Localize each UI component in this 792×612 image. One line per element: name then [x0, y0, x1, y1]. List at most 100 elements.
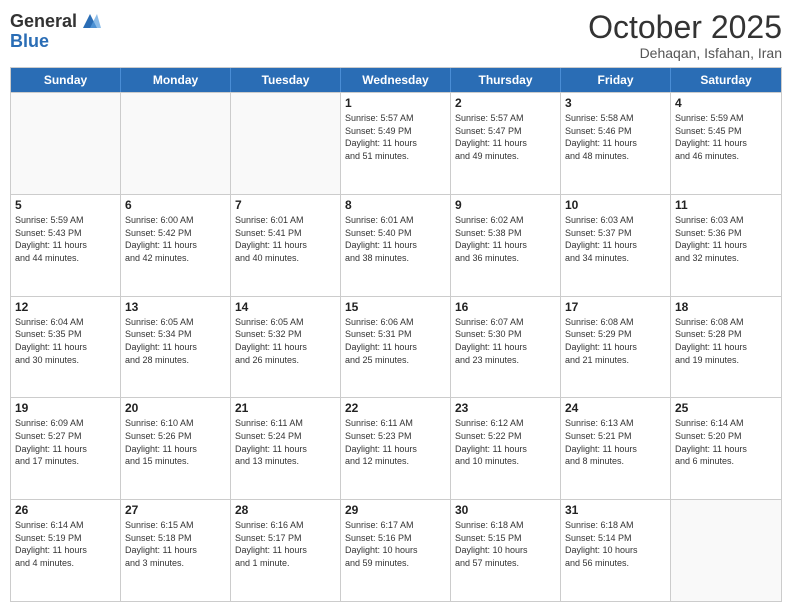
- day-info: Sunrise: 6:05 AM Sunset: 5:34 PM Dayligh…: [125, 316, 226, 366]
- day-info: Sunrise: 6:03 AM Sunset: 5:37 PM Dayligh…: [565, 214, 666, 264]
- header-monday: Monday: [121, 68, 231, 92]
- calendar-day-21: 21Sunrise: 6:11 AM Sunset: 5:24 PM Dayli…: [231, 398, 341, 499]
- day-info: Sunrise: 6:15 AM Sunset: 5:18 PM Dayligh…: [125, 519, 226, 569]
- day-info: Sunrise: 6:11 AM Sunset: 5:23 PM Dayligh…: [345, 417, 446, 467]
- calendar-week-1: 1Sunrise: 5:57 AM Sunset: 5:49 PM Daylig…: [11, 92, 781, 194]
- calendar-day-13: 13 Sunrise: 6:05 AM Sunset: 5:34 PM Dayli…: [121, 297, 231, 398]
- day-info: Sunrise: 5:59 AM Sunset: 5:45 PM Dayligh…: [675, 112, 777, 162]
- day-number: 31: [565, 503, 666, 517]
- day-number: 25: [675, 401, 777, 415]
- logo-blue: Blue: [10, 32, 101, 50]
- day-number: 26: [15, 503, 116, 517]
- calendar-day-12: 12 Sunrise: 6:04 AM Sunset: 5:35 PM Dayli…: [11, 297, 121, 398]
- calendar-day-28: 28Sunrise: 6:16 AM Sunset: 5:17 PM Dayli…: [231, 500, 341, 601]
- day-number: 20: [125, 401, 226, 415]
- day-number: 27: [125, 503, 226, 517]
- day-number: 19: [15, 401, 116, 415]
- day-number: 30: [455, 503, 556, 517]
- day-info: Sunrise: 6:03 AM Sunset: 5:36 PM Dayligh…: [675, 214, 777, 264]
- calendar-day-5: 5 Sunrise: 5:59 AM Sunset: 5:43 PM Daylig…: [11, 195, 121, 296]
- calendar-day-26: 26 Sunrise: 6:14 AM Sunset: 5:19 PM Dayli…: [11, 500, 121, 601]
- calendar-week-3: 12 Sunrise: 6:04 AM Sunset: 5:35 PM Dayli…: [11, 296, 781, 398]
- day-number: 18: [675, 300, 777, 314]
- day-info: Sunrise: 6:14 AM Sunset: 5:19 PM Dayligh…: [15, 519, 116, 569]
- calendar-day-29: 29 Sunrise: 6:17 AM Sunset: 5:16 PM Dayli…: [341, 500, 451, 601]
- calendar: Sunday Monday Tuesday Wednesday Thursday…: [10, 67, 782, 602]
- day-number: 3: [565, 96, 666, 110]
- day-info: Sunrise: 5:58 AM Sunset: 5:46 PM Dayligh…: [565, 112, 666, 162]
- day-number: 23: [455, 401, 556, 415]
- month-title: October 2025: [588, 10, 782, 45]
- header-friday: Friday: [561, 68, 671, 92]
- calendar-day-11: 11 Sunrise: 6:03 AM Sunset: 5:36 PM Dayli…: [671, 195, 781, 296]
- day-number: 7: [235, 198, 336, 212]
- header-sunday: Sunday: [11, 68, 121, 92]
- calendar-day-6: 6Sunrise: 6:00 AM Sunset: 5:42 PM Daylig…: [121, 195, 231, 296]
- day-info: Sunrise: 6:01 AM Sunset: 5:41 PM Dayligh…: [235, 214, 336, 264]
- day-info: Sunrise: 6:13 AM Sunset: 5:21 PM Dayligh…: [565, 417, 666, 467]
- day-number: 14: [235, 300, 336, 314]
- day-number: 4: [675, 96, 777, 110]
- day-number: 11: [675, 198, 777, 212]
- day-number: 17: [565, 300, 666, 314]
- day-info: Sunrise: 6:06 AM Sunset: 5:31 PM Dayligh…: [345, 316, 446, 366]
- calendar-empty-cell: [671, 500, 781, 601]
- header-saturday: Saturday: [671, 68, 781, 92]
- day-info: Sunrise: 6:12 AM Sunset: 5:22 PM Dayligh…: [455, 417, 556, 467]
- day-info: Sunrise: 6:08 AM Sunset: 5:28 PM Dayligh…: [675, 316, 777, 366]
- logo-icon: [79, 10, 101, 32]
- page: General Blue October 2025 Dehaqan, Isfah…: [0, 0, 792, 612]
- calendar-day-16: 16 Sunrise: 6:07 AM Sunset: 5:30 PM Dayli…: [451, 297, 561, 398]
- day-number: 5: [15, 198, 116, 212]
- day-number: 10: [565, 198, 666, 212]
- day-number: 13: [125, 300, 226, 314]
- calendar-week-2: 5 Sunrise: 5:59 AM Sunset: 5:43 PM Daylig…: [11, 194, 781, 296]
- day-info: Sunrise: 6:01 AM Sunset: 5:40 PM Dayligh…: [345, 214, 446, 264]
- calendar-day-8: 8Sunrise: 6:01 AM Sunset: 5:40 PM Daylig…: [341, 195, 451, 296]
- header-tuesday: Tuesday: [231, 68, 341, 92]
- calendar-day-14: 14 Sunrise: 6:05 AM Sunset: 5:32 PM Dayli…: [231, 297, 341, 398]
- calendar-day-15: 15 Sunrise: 6:06 AM Sunset: 5:31 PM Dayli…: [341, 297, 451, 398]
- calendar-day-31: 31 Sunrise: 6:18 AM Sunset: 5:14 PM Dayli…: [561, 500, 671, 601]
- day-number: 1: [345, 96, 446, 110]
- day-number: 29: [345, 503, 446, 517]
- calendar-day-25: 25Sunrise: 6:14 AM Sunset: 5:20 PM Dayli…: [671, 398, 781, 499]
- calendar-day-30: 30 Sunrise: 6:18 AM Sunset: 5:15 PM Dayli…: [451, 500, 561, 601]
- day-number: 22: [345, 401, 446, 415]
- day-info: Sunrise: 6:16 AM Sunset: 5:17 PM Dayligh…: [235, 519, 336, 569]
- day-info: Sunrise: 6:17 AM Sunset: 5:16 PM Dayligh…: [345, 519, 446, 569]
- day-info: Sunrise: 6:10 AM Sunset: 5:26 PM Dayligh…: [125, 417, 226, 467]
- calendar-body: 1Sunrise: 5:57 AM Sunset: 5:49 PM Daylig…: [11, 92, 781, 601]
- calendar-day-20: 20 Sunrise: 6:10 AM Sunset: 5:26 PM Dayli…: [121, 398, 231, 499]
- day-info: Sunrise: 6:08 AM Sunset: 5:29 PM Dayligh…: [565, 316, 666, 366]
- day-number: 16: [455, 300, 556, 314]
- day-info: Sunrise: 6:07 AM Sunset: 5:30 PM Dayligh…: [455, 316, 556, 366]
- day-info: Sunrise: 6:18 AM Sunset: 5:15 PM Dayligh…: [455, 519, 556, 569]
- calendar-day-4: 4 Sunrise: 5:59 AM Sunset: 5:45 PM Daylig…: [671, 93, 781, 194]
- day-number: 2: [455, 96, 556, 110]
- logo-general: General: [10, 12, 77, 30]
- logo: General Blue: [10, 10, 101, 50]
- title-block: October 2025 Dehaqan, Isfahan, Iran: [588, 10, 782, 61]
- day-number: 12: [15, 300, 116, 314]
- calendar-day-2: 2Sunrise: 5:57 AM Sunset: 5:47 PM Daylig…: [451, 93, 561, 194]
- day-info: Sunrise: 5:59 AM Sunset: 5:43 PM Dayligh…: [15, 214, 116, 264]
- calendar-header: Sunday Monday Tuesday Wednesday Thursday…: [11, 68, 781, 92]
- calendar-day-19: 19Sunrise: 6:09 AM Sunset: 5:27 PM Dayli…: [11, 398, 121, 499]
- location-title: Dehaqan, Isfahan, Iran: [588, 45, 782, 61]
- calendar-day-23: 23 Sunrise: 6:12 AM Sunset: 5:22 PM Dayli…: [451, 398, 561, 499]
- header: General Blue October 2025 Dehaqan, Isfah…: [10, 10, 782, 61]
- day-number: 9: [455, 198, 556, 212]
- day-number: 15: [345, 300, 446, 314]
- header-wednesday: Wednesday: [341, 68, 451, 92]
- day-info: Sunrise: 6:18 AM Sunset: 5:14 PM Dayligh…: [565, 519, 666, 569]
- day-info: Sunrise: 6:11 AM Sunset: 5:24 PM Dayligh…: [235, 417, 336, 467]
- calendar-day-27: 27 Sunrise: 6:15 AM Sunset: 5:18 PM Dayli…: [121, 500, 231, 601]
- day-info: Sunrise: 6:04 AM Sunset: 5:35 PM Dayligh…: [15, 316, 116, 366]
- day-info: Sunrise: 6:05 AM Sunset: 5:32 PM Dayligh…: [235, 316, 336, 366]
- day-number: 6: [125, 198, 226, 212]
- calendar-day-9: 9Sunrise: 6:02 AM Sunset: 5:38 PM Daylig…: [451, 195, 561, 296]
- calendar-day-10: 10 Sunrise: 6:03 AM Sunset: 5:37 PM Dayli…: [561, 195, 671, 296]
- calendar-empty-cell: [231, 93, 341, 194]
- calendar-day-17: 17 Sunrise: 6:08 AM Sunset: 5:29 PM Dayli…: [561, 297, 671, 398]
